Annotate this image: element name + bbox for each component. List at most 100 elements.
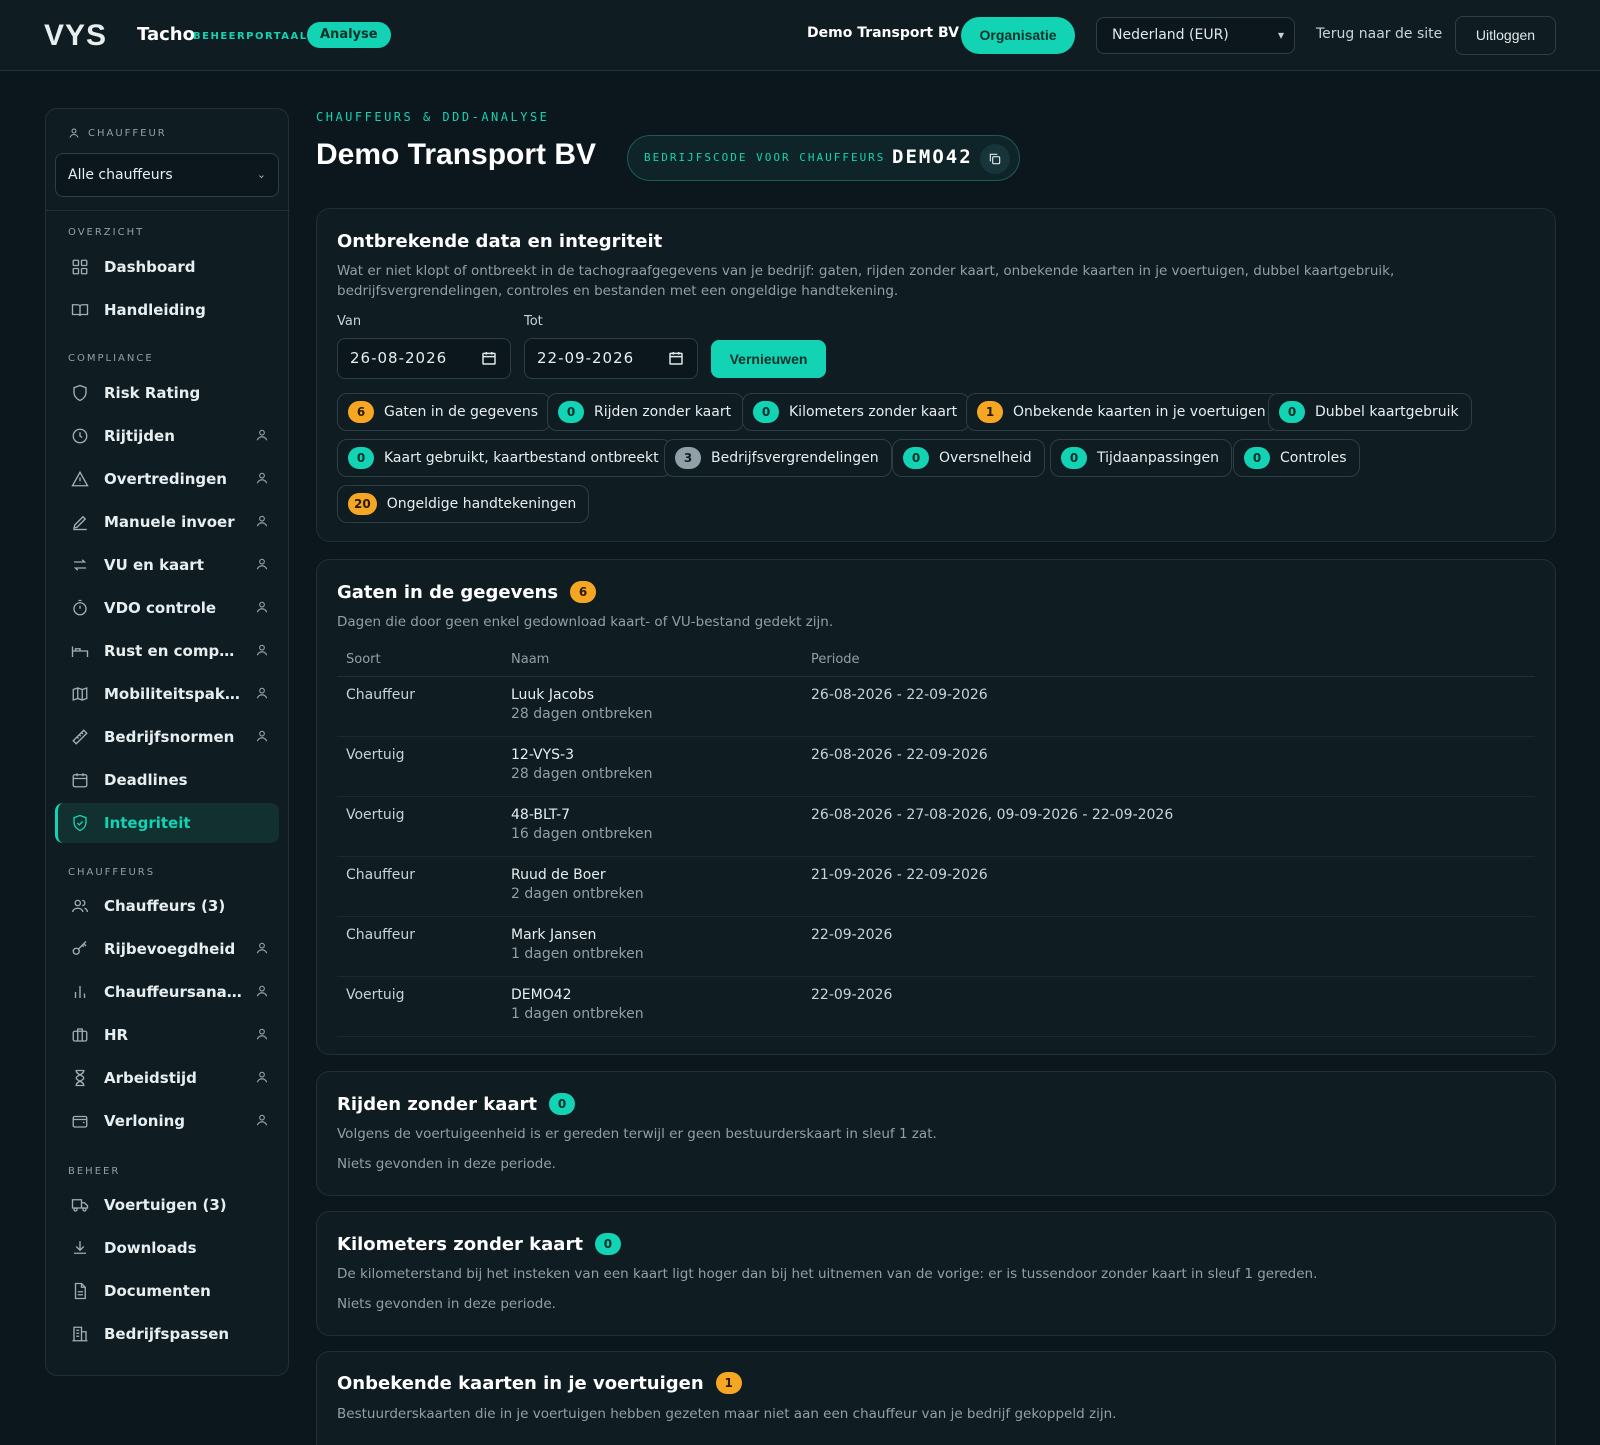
sidebar-item-hr[interactable]: HR bbox=[55, 1015, 279, 1055]
to-label: Tot bbox=[524, 314, 543, 329]
sidebar-item-documenten[interactable]: Documenten bbox=[55, 1271, 279, 1311]
chip-label: Kilometers zonder kaart bbox=[789, 404, 958, 420]
cell-naam: Ruud de Boer 2 dagen ontbreken bbox=[502, 856, 802, 917]
sidebar-item-chauffeursanalyse[interactable]: Chauffeursanalyse bbox=[55, 972, 279, 1012]
chip-gaten[interactable]: 6 Gaten in de gegevens bbox=[337, 393, 552, 431]
cell-soort: Voertuig bbox=[337, 796, 502, 857]
sidebar-item-chauffeurs[interactable]: Chauffeurs (3) bbox=[55, 886, 279, 926]
sidebar: CHAUFFEUR Alle chauffeurs ⌄ OVERZICHT Da… bbox=[45, 108, 290, 1376]
table-row[interactable]: Voertuig DEMO42 1 dagen ontbreken 22-09-2… bbox=[337, 976, 1535, 1037]
sidebar-item-bedrijfspassen[interactable]: Bedrijfspassen bbox=[55, 1314, 279, 1354]
chip-count: 3 bbox=[675, 447, 701, 469]
sidebar-item-vdo-controle[interactable]: VDO controle bbox=[55, 588, 279, 628]
chip-label: Gaten in de gegevens bbox=[384, 404, 539, 420]
sidebar-item-rijbevoegdheid[interactable]: Rijbevoegdheid bbox=[55, 929, 279, 969]
sidebar-item-rijtijden[interactable]: Rijtijden bbox=[55, 416, 279, 456]
chip-kilometers-zonder-kaart[interactable]: 0 Kilometers zonder kaart bbox=[742, 393, 971, 431]
sidebar-item-overtredingen[interactable]: Overtredingen bbox=[55, 459, 279, 499]
chip-bedrijfsvergrendelingen[interactable]: 3 Bedrijfsvergrendelingen bbox=[664, 439, 892, 477]
table-row[interactable]: Voertuig 48-BLT-7 16 dagen ontbreken 26-0… bbox=[337, 796, 1535, 857]
sidebar-item-label: Risk Rating bbox=[104, 384, 201, 402]
cell-soort: Voertuig bbox=[337, 976, 502, 1037]
sidebar-item-label: Chauffeurs (3) bbox=[104, 897, 226, 915]
key-icon bbox=[70, 939, 90, 959]
from-date-value: 26-08-2026 bbox=[350, 349, 448, 367]
chip-ongeldige-handtekeningen[interactable]: 20 Ongeldige handtekeningen bbox=[337, 485, 590, 523]
sidebar-item-downloads[interactable]: Downloads bbox=[55, 1228, 279, 1268]
sidebar-item-label: Chauffeursanalyse bbox=[104, 983, 244, 1001]
chip-onbekende-kaarten[interactable]: 1 Onbekende kaarten in je voertuigen bbox=[966, 393, 1279, 431]
chauffeur-select[interactable]: Alle chauffeurs ⌄ bbox=[55, 153, 279, 197]
building-icon bbox=[70, 1324, 90, 1344]
sidebar-item-dashboard[interactable]: Dashboard bbox=[55, 247, 279, 287]
map-icon bbox=[70, 684, 90, 704]
chip-dubbel-kaartgebruik[interactable]: 0 Dubbel kaartgebruik bbox=[1268, 393, 1472, 431]
copy-icon[interactable] bbox=[980, 144, 1010, 174]
grid-icon bbox=[70, 257, 90, 277]
chip-controles[interactable]: 0 Controles bbox=[1233, 439, 1360, 477]
organisation-button[interactable]: Organisatie bbox=[961, 17, 1075, 54]
cell-periode: 26-08-2026 - 27-08-2026, 09-09-2026 - 22… bbox=[802, 796, 1535, 857]
user-icon bbox=[256, 515, 268, 527]
unknown-title: Onbekende kaarten in je voertuigen bbox=[337, 1372, 704, 1394]
refresh-button[interactable]: Vernieuwen bbox=[711, 340, 826, 378]
column-header-periode: Periode bbox=[802, 644, 1535, 677]
page-title: Demo Transport BV bbox=[316, 138, 597, 171]
chip-count: 0 bbox=[1061, 447, 1087, 469]
km-count-badge: 0 bbox=[594, 1233, 621, 1255]
sidebar-item-label: Handleiding bbox=[104, 301, 206, 319]
chip-count: 0 bbox=[348, 447, 374, 469]
sidebar-item-handleiding[interactable]: Handleiding bbox=[55, 290, 279, 330]
user-icon bbox=[256, 687, 268, 699]
analyse-badge[interactable]: Analyse bbox=[307, 22, 391, 48]
sidebar-item-verloning[interactable]: Verloning bbox=[55, 1101, 279, 1141]
sidebar-item-manuele-invoer[interactable]: Manuele invoer bbox=[55, 502, 279, 542]
to-date-input[interactable]: 22-09-2026 bbox=[524, 338, 698, 379]
chip-label: Rijden zonder kaart bbox=[594, 404, 732, 420]
sidebar-item-mobiliteitspakket[interactable]: Mobiliteitspakket bbox=[55, 674, 279, 714]
sidebar-item-label: Dashboard bbox=[104, 258, 196, 276]
back-to-site-link[interactable]: Terug naar de site bbox=[1316, 26, 1442, 42]
integrity-description: Wat er niet klopt of ontbreekt in de tac… bbox=[337, 263, 1395, 299]
table-row[interactable]: Chauffeur Luuk Jacobs 28 dagen ontbreken … bbox=[337, 676, 1535, 737]
chip-count: 0 bbox=[558, 401, 584, 423]
section-beheer: BEHEER bbox=[68, 1166, 121, 1177]
table-row[interactable]: Chauffeur Ruud de Boer 2 dagen ontbreken … bbox=[337, 856, 1535, 917]
sidebar-item-rust-en-compensatie[interactable]: Rust en compensatie bbox=[55, 631, 279, 671]
km-title: Kilometers zonder kaart bbox=[337, 1233, 583, 1255]
sidebar-item-arbeidstijd[interactable]: Arbeidstijd bbox=[55, 1058, 279, 1098]
sidebar-item-voertuigen[interactable]: Voertuigen (3) bbox=[55, 1185, 279, 1225]
chip-label: Onbekende kaarten in je voertuigen bbox=[1013, 404, 1266, 420]
from-date-input[interactable]: 26-08-2026 bbox=[337, 338, 511, 379]
sidebar-item-integriteit[interactable]: Integriteit bbox=[55, 803, 279, 843]
chip-tijdaanpassingen[interactable]: 0 Tijdaanpassingen bbox=[1050, 439, 1233, 477]
chip-kaartbestand-ontbreekt[interactable]: 0 Kaart gebruikt, kaartbestand ontbreekt bbox=[337, 439, 672, 477]
logo[interactable]: VYS bbox=[44, 19, 107, 52]
sidebar-item-bedrijfsnormen[interactable]: Bedrijfsnormen bbox=[55, 717, 279, 757]
table-row[interactable]: Voertuig 12-VYS-3 28 dagen ontbreken 26-0… bbox=[337, 736, 1535, 797]
gaps-count-badge: 6 bbox=[570, 581, 597, 603]
cell-periode: 22-09-2026 bbox=[802, 916, 1535, 977]
section-compliance: COMPLIANCE bbox=[68, 353, 154, 364]
sidebar-item-vu-en-kaart[interactable]: VU en kaart bbox=[55, 545, 279, 585]
chip-count: 0 bbox=[1244, 447, 1270, 469]
cell-soort: Chauffeur bbox=[337, 856, 502, 917]
gaps-description: Dagen die door geen enkel gedownload kaa… bbox=[337, 614, 834, 630]
sidebar-item-deadlines[interactable]: Deadlines bbox=[55, 760, 279, 800]
nocard-title: Rijden zonder kaart bbox=[337, 1093, 538, 1115]
chip-oversnelheid[interactable]: 0 Oversnelheid bbox=[892, 439, 1045, 477]
document-icon bbox=[70, 1281, 90, 1301]
logout-button[interactable]: Uitloggen bbox=[1455, 16, 1556, 55]
chip-rijden-zonder-kaart[interactable]: 0 Rijden zonder kaart bbox=[547, 393, 745, 431]
sidebar-item-label: Mobiliteitspakket bbox=[104, 685, 244, 703]
country-select[interactable]: Nederland (EUR) ▾ bbox=[1096, 17, 1295, 54]
sidebar-item-risk-rating[interactable]: Risk Rating bbox=[55, 373, 279, 413]
gaps-card: Gaten in de gegevens 6 Dagen die door ge… bbox=[316, 559, 1556, 1055]
nocard-title-row: Rijden zonder kaart 0 bbox=[337, 1093, 576, 1115]
cell-soort: Voertuig bbox=[337, 736, 502, 797]
table-row[interactable]: Chauffeur Mark Jansen 1 dagen ontbreken 2… bbox=[337, 916, 1535, 977]
shield-icon bbox=[70, 383, 90, 403]
sidebar-item-label: Rijtijden bbox=[104, 427, 175, 445]
unknown-cards-card: Onbekende kaarten in je voertuigen 1 Bes… bbox=[316, 1351, 1556, 1445]
sidebar-item-label: Bedrijfspassen bbox=[104, 1325, 230, 1343]
